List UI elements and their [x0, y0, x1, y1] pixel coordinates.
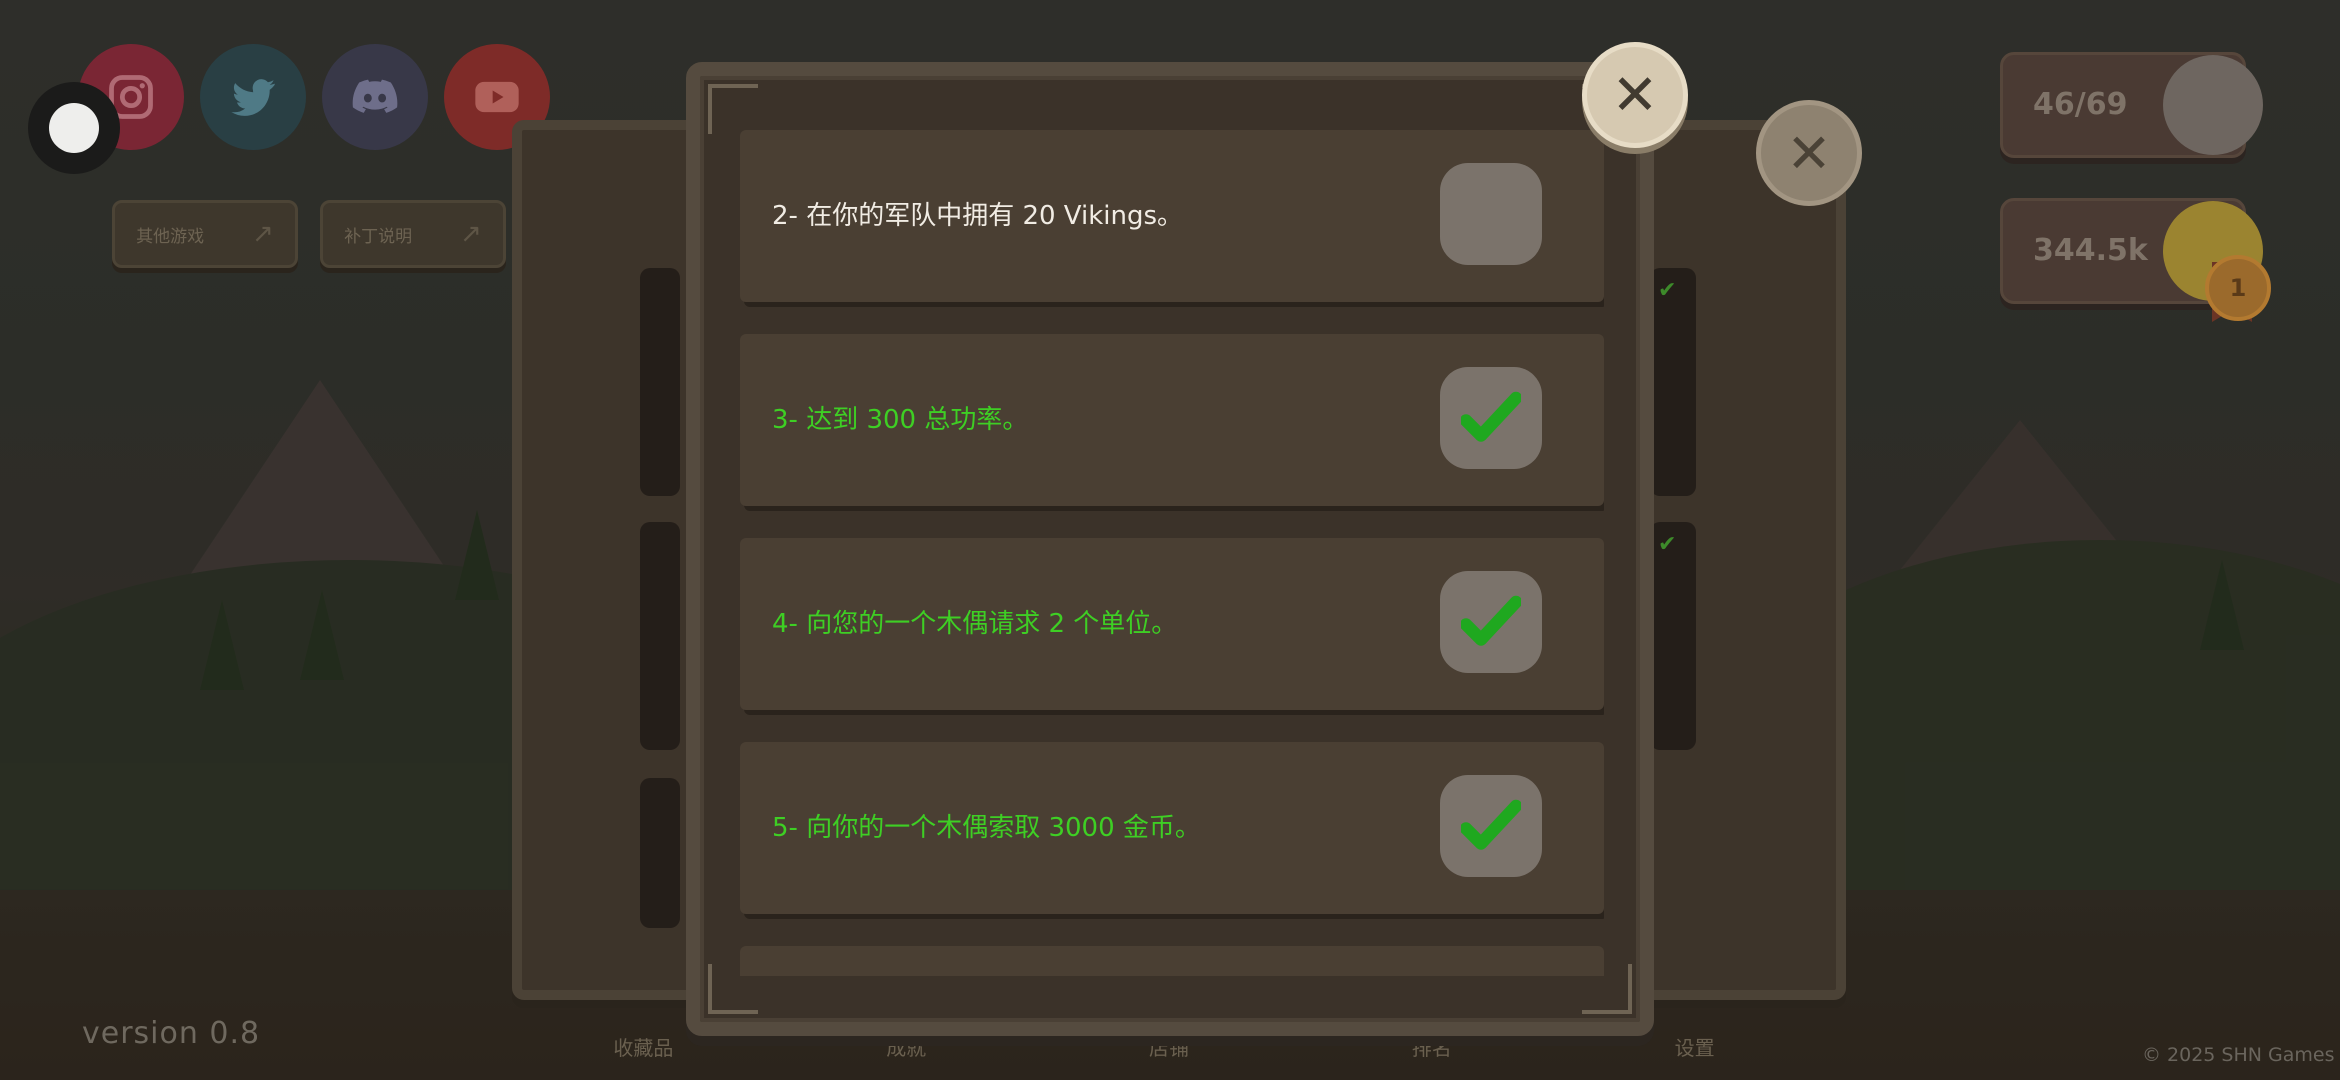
achievement-checkbox: [1440, 367, 1542, 469]
discord-button[interactable]: [322, 44, 428, 150]
achievement-text: 2- 在你的军队中拥有 20 Vikings。: [772, 201, 1184, 231]
checkmark-icon: [1461, 799, 1521, 850]
achievement-checkbox: [1440, 163, 1542, 265]
achievement-row: 2- 在你的军队中拥有 20 Vikings。: [740, 130, 1604, 302]
achievement-row-partial: [740, 946, 1604, 976]
theme-toggle[interactable]: [28, 82, 120, 174]
toggle-knob: [49, 103, 99, 153]
scale-icon: [2163, 55, 2263, 155]
external-link-icon: ↗: [460, 219, 482, 249]
rank-medal-icon: 1: [2205, 255, 2271, 321]
patch-notes-label: 补丁说明: [344, 226, 413, 247]
achievement-text: 3- 达到 300 总功率。: [772, 405, 1029, 435]
background-close-icon: ✕: [1756, 100, 1862, 206]
background-slot: [640, 268, 680, 496]
achievement-row: 3- 达到 300 总功率。: [740, 334, 1604, 506]
achievement-row: 4- 向您的一个木偶请求 2 个单位。: [740, 538, 1604, 710]
close-icon: ✕: [1611, 62, 1659, 128]
checkmark-icon: [1461, 595, 1521, 646]
power-value: 344.5k: [2033, 233, 2148, 268]
other-games-button[interactable]: 其他游戏 ↗: [112, 200, 298, 268]
army-count-value: 46/69: [2033, 87, 2128, 122]
discord-icon: [352, 79, 398, 113]
external-link-icon: ↗: [252, 219, 274, 249]
check-icon: ✔: [1658, 532, 1677, 557]
achievement-checkbox: [1440, 571, 1542, 673]
twitter-button[interactable]: [200, 44, 306, 150]
youtube-icon: [475, 81, 519, 113]
version-label: version 0.8: [82, 1016, 261, 1051]
twitter-icon: [231, 79, 275, 116]
rank-value: 1: [2229, 274, 2247, 302]
copyright-label: © 2025 SHN Games: [2142, 1044, 2335, 1066]
achievement-row: 5- 向你的一个木偶索取 3000 金币。: [740, 742, 1604, 914]
army-count-panel[interactable]: 46/69: [2000, 52, 2263, 158]
background-slot: [640, 522, 680, 750]
frame-corner: [708, 84, 758, 134]
other-games-label: 其他游戏: [136, 226, 205, 247]
close-button[interactable]: ✕: [1582, 42, 1688, 148]
achievement-checkbox: [1440, 775, 1542, 877]
achievement-text: 5- 向你的一个木偶索取 3000 金币。: [772, 813, 1201, 843]
patch-notes-button[interactable]: 补丁说明 ↗: [320, 200, 506, 268]
achievement-text: 4- 向您的一个木偶请求 2 个单位。: [772, 609, 1178, 639]
checkmark-icon: [1461, 391, 1521, 442]
achievement-list[interactable]: 2- 在你的军队中拥有 20 Vikings。 3- 达到 300 总功率。 4…: [740, 130, 1604, 976]
check-icon: ✔: [1658, 278, 1677, 303]
background-slot: [640, 778, 680, 928]
